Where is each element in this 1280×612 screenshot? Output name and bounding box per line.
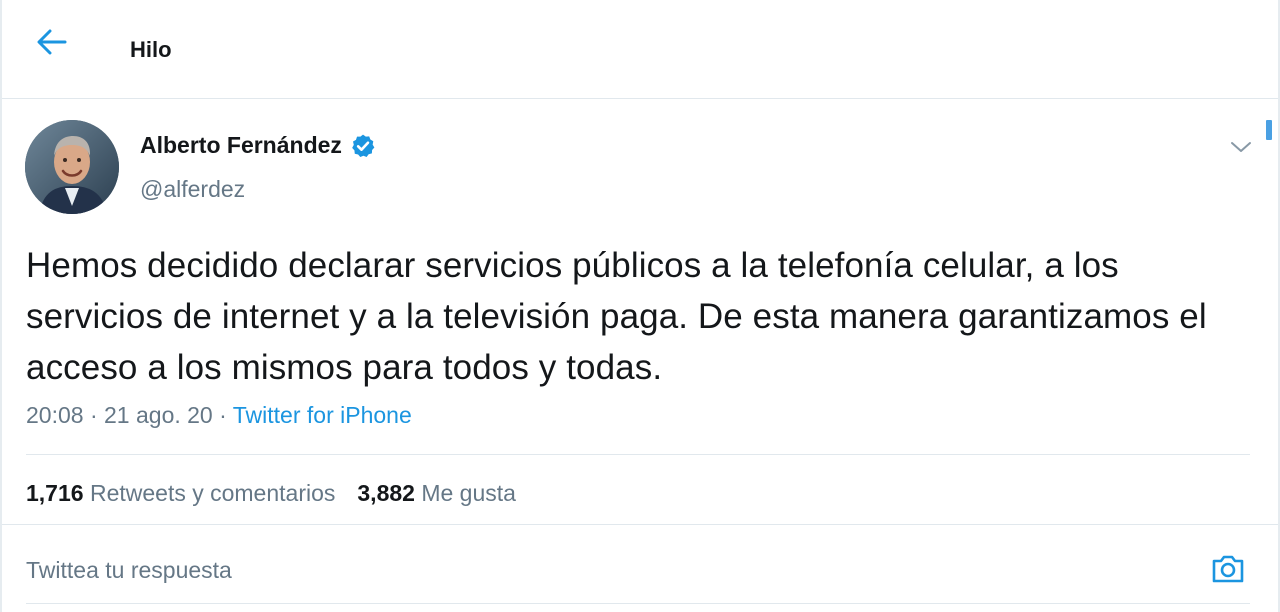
meta-separator: · <box>89 402 98 428</box>
back-button[interactable] <box>30 22 74 62</box>
retweets-label: Retweets y comentarios <box>89 480 336 506</box>
header-bar: Hilo <box>2 0 1278 99</box>
tweet-source-link[interactable]: Twitter for iPhone <box>233 402 412 428</box>
tweet-meta: 20:08 · 21 ago. 20 · Twitter for iPhone <box>26 402 412 429</box>
author-name-row[interactable]: Alberto Fernández <box>140 132 376 159</box>
camera-button[interactable] <box>1208 549 1248 589</box>
divider <box>26 454 1250 455</box>
verified-badge-icon <box>350 133 376 159</box>
meta-separator: · <box>219 402 227 428</box>
arrow-left-icon <box>37 29 67 55</box>
page-title: Hilo <box>130 37 172 62</box>
avatar[interactable] <box>25 120 119 214</box>
chevron-down-icon <box>1231 142 1251 152</box>
likes-count: 3,882 <box>357 480 415 506</box>
tweet-time: 20:08 <box>26 402 84 428</box>
tweet-date: 21 ago. 20 <box>104 402 213 428</box>
tweet-text: Hemos decidido declarar servicios públic… <box>26 246 1207 387</box>
display-name[interactable]: Alberto Fernández <box>140 132 342 159</box>
likes-stat[interactable]: 3,882 Me gusta <box>357 480 516 507</box>
camera-icon <box>1212 555 1244 583</box>
retweets-count: 1,716 <box>26 480 84 506</box>
reply-input[interactable] <box>26 552 1186 588</box>
tweet-stats: 1,716 Retweets y comentarios 3,882 Me gu… <box>26 480 516 507</box>
divider <box>26 603 1250 604</box>
tweet-menu-button[interactable] <box>1226 132 1256 162</box>
retweets-stat[interactable]: 1,716 Retweets y comentarios <box>26 480 335 507</box>
scrollbar-thumb[interactable] <box>1266 120 1272 140</box>
likes-label: Me gusta <box>421 480 516 506</box>
author-handle[interactable]: @alferdez <box>140 176 245 203</box>
avatar-photo <box>25 120 119 214</box>
thread-view: Hilo Alberto Fernández @alferdez Hemos d… <box>0 0 1280 612</box>
divider <box>2 524 1278 525</box>
